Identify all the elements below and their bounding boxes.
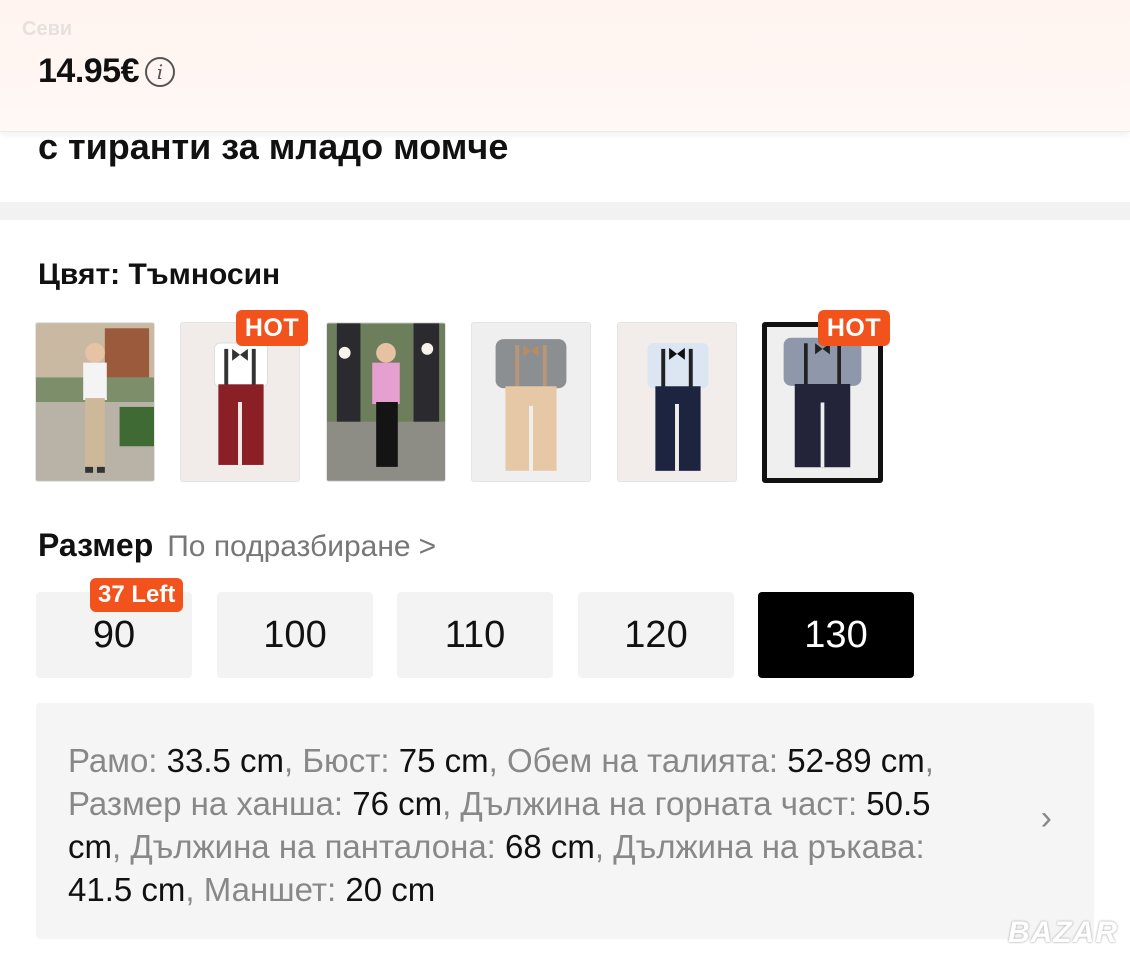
faded-header-label: Севи (22, 18, 73, 40)
shoulder-value: 33.5 cm (166, 742, 285, 779)
hot-badge-label: HOT (244, 313, 300, 342)
size-option-label: 100 (263, 613, 327, 656)
pants-length-value: 68 cm (505, 828, 595, 865)
chevron-right-icon[interactable]: › (1041, 799, 1052, 838)
size-label: Размер (38, 527, 154, 563)
top-length-label: , Дължина на горната част: (442, 785, 867, 822)
swatch-image-1 (36, 323, 154, 481)
hot-badge: HOT (236, 310, 308, 346)
color-swatch-6-selected[interactable] (762, 322, 883, 483)
stock-left-badge: 37 Left (90, 578, 184, 612)
sticky-price-header: Севи 14.95€ i (0, 0, 1130, 132)
product-title: с тиранти за младо момче (38, 126, 509, 167)
size-option-120[interactable]: 120 (578, 592, 734, 678)
shoulder-label: Рамо: (68, 742, 167, 779)
watermark-logo: BAZAR (1008, 916, 1118, 949)
hot-badge-selected: HOT (818, 310, 890, 346)
color-swatch-2[interactable] (180, 322, 300, 482)
size-header: Размер По подразбиране > (38, 527, 436, 564)
size-measurements-panel[interactable]: Рамо: 33.5 cm, Бюст: 75 cm, Обем на тали… (36, 703, 1094, 939)
waist-label: , Обем на талията: (488, 742, 788, 779)
color-swatch-1[interactable] (35, 322, 155, 482)
pants-length-label: , Дължина на панталона: (112, 828, 506, 865)
bust-value: 75 cm (398, 742, 489, 779)
size-option-130-selected[interactable]: 130 (758, 592, 914, 678)
color-swatch-4[interactable] (471, 322, 591, 482)
hip-value: 76 cm (352, 785, 443, 822)
swatch-image-4 (472, 323, 590, 481)
price: 14.95€ (38, 52, 140, 90)
size-option-label: 90 (92, 613, 136, 656)
color-swatch-3[interactable] (326, 322, 446, 482)
color-label: Цвят: Тъмносин (38, 258, 281, 291)
bust-label: , Бюст: (284, 742, 399, 779)
swatch-image-3 (327, 323, 445, 481)
measurements-text: Рамо: 33.5 cm, Бюст: 75 cm, Обем на тали… (68, 739, 988, 911)
waist-value: 52-89 cm (787, 742, 925, 779)
size-option-label: 130 (804, 613, 868, 656)
section-divider (0, 202, 1130, 220)
size-option-label: 110 (444, 613, 506, 656)
info-icon[interactable]: i (145, 56, 175, 87)
sleeve-value: 41.5 cm (68, 871, 186, 908)
hot-badge-label: HOT (826, 313, 882, 342)
sleeve-label: , Дължина на ръкава: (594, 828, 925, 865)
price-row: 14.95€ i (38, 52, 175, 91)
size-option-110[interactable]: 110 (397, 592, 553, 678)
swatch-image-5 (618, 323, 736, 481)
color-swatch-5[interactable] (617, 322, 737, 482)
cuff-label: , Маншет: (185, 871, 346, 908)
size-guide-link[interactable]: По подразбиране (167, 530, 410, 564)
size-option-100[interactable]: 100 (217, 592, 373, 678)
swatch-image-6 (767, 328, 878, 477)
cuff-value: 20 cm (345, 871, 436, 908)
size-option-label: 120 (624, 613, 688, 656)
chevron-right-icon[interactable]: > (419, 530, 437, 564)
swatch-image-2 (181, 323, 299, 481)
